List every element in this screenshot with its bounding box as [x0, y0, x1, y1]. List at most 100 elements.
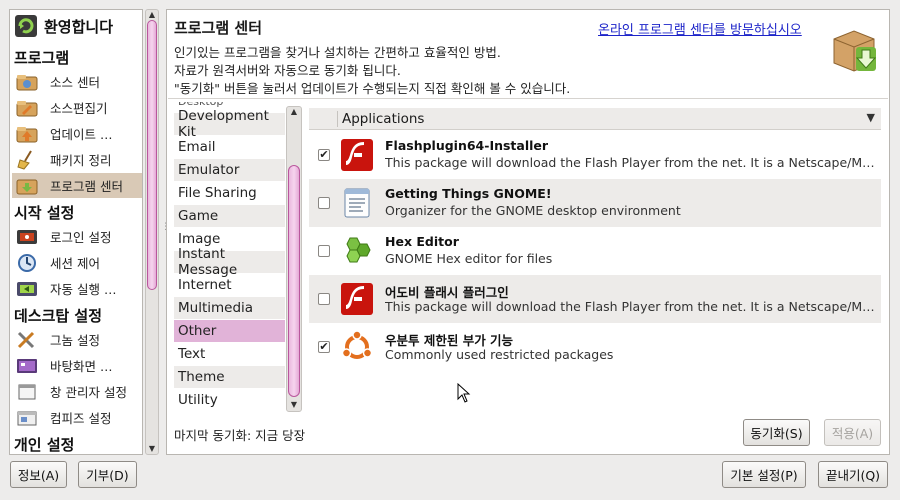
category-welcome[interactable]: 환영합니다	[44, 16, 113, 37]
category-desktop: 데스크탑 설정	[14, 307, 103, 325]
gnome-settings-icon	[16, 330, 38, 350]
sidebar-item-program-center[interactable]: 프로그램 센터	[12, 173, 142, 198]
default-settings-button[interactable]: 기본 설정(P)	[722, 461, 806, 488]
compiz-icon	[16, 408, 38, 428]
sidebar-item-compiz[interactable]: 컴피즈 설정	[12, 405, 142, 430]
category-startup: 시작 설정	[14, 204, 75, 222]
description-line: "동기화" 버튼을 눌러서 업데이트가 수행되는지 직접 확인해 볼 수 있습니…	[174, 81, 571, 96]
sidebar-item-source-editor[interactable]: 소스편집기	[12, 95, 142, 120]
package-description: GNOME Hex editor for files	[385, 251, 553, 266]
sidebar-item-label: 패키지 정리	[50, 153, 112, 168]
scroll-up-icon[interactable]: ▲	[286, 107, 302, 116]
desktop-icon	[16, 356, 38, 376]
sidebar-item-login-settings[interactable]: 로그인 설정	[12, 224, 142, 249]
package-row[interactable]: 어도비 플래시 플러그인 This package will download …	[309, 275, 881, 323]
sidebar-item-session-control[interactable]: 세션 제어	[12, 250, 142, 275]
sidebar-item-label: 소스편집기	[50, 101, 108, 116]
sidebar-item-label: 세션 제어	[50, 256, 100, 271]
package-checkbox[interactable]: ✔	[318, 149, 330, 161]
donate-button[interactable]: 기부(D)	[78, 461, 137, 488]
group-item-email[interactable]: Email	[174, 136, 285, 159]
window-manager-icon	[16, 382, 38, 402]
online-program-center-link[interactable]: 온라인 프로그램 센터를 방문하십시오	[598, 19, 802, 38]
flash-icon	[340, 282, 374, 316]
flash-icon	[340, 138, 374, 172]
category-programs: 프로그램	[14, 49, 70, 67]
quit-button[interactable]: 끝내기(Q)	[818, 461, 888, 488]
group-item-instant-message[interactable]: Instant Message	[174, 246, 285, 278]
sidebar-item-label: 업데이트 …	[50, 127, 113, 142]
update-icon	[16, 124, 38, 144]
group-item-file-sharing[interactable]: File Sharing	[174, 182, 285, 205]
group-item-multimedia[interactable]: Multimedia	[174, 297, 285, 320]
group-item-text[interactable]: Text	[174, 343, 285, 366]
sidebar-item-label: 창 관리자 설정	[50, 385, 127, 400]
group-item-development-kit[interactable]: Development Kit	[174, 108, 285, 140]
last-sync-status: 마지막 동기화: 지금 당장	[174, 428, 306, 443]
about-button[interactable]: 정보(A)	[10, 461, 67, 488]
scroll-down-icon[interactable]: ▼	[286, 400, 302, 409]
session-control-icon	[16, 253, 38, 273]
package-box-icon	[830, 27, 878, 73]
sidebar-item-autostart[interactable]: 자동 실행 …	[12, 276, 142, 301]
sort-arrow-icon[interactable]: ▼	[867, 111, 875, 124]
source-editor-icon	[16, 98, 38, 118]
group-item-game[interactable]: Game	[174, 205, 285, 228]
package-description: This package will download the Flash Pla…	[385, 299, 875, 314]
page-title: 프로그램 센터	[174, 19, 263, 37]
group-list-scrollbar-thumb[interactable]	[288, 165, 300, 397]
header-divider	[168, 98, 888, 99]
sidebar-item-label: 자동 실행 …	[50, 282, 117, 297]
program-center-icon	[16, 176, 38, 196]
sidebar-item-label: 그놈 설정	[50, 333, 100, 348]
package-description: This package will download the Flash Pla…	[385, 155, 875, 170]
group-item-theme[interactable]: Theme	[174, 366, 285, 389]
hex-editor-icon	[340, 234, 374, 268]
package-row[interactable]: Getting Things GNOME! Organizer for the …	[309, 179, 881, 227]
group-item-internet[interactable]: Internet	[174, 274, 285, 297]
package-name: Flashplugin64-Installer	[385, 138, 549, 153]
sidebar-item-window-manager[interactable]: 창 관리자 설정	[12, 379, 142, 404]
package-row[interactable]: Hex Editor GNOME Hex editor for files	[309, 227, 881, 275]
sync-button[interactable]: 동기화(S)	[743, 419, 810, 446]
sidebar-scrollbar-thumb[interactable]	[147, 20, 157, 290]
package-checkbox[interactable]	[318, 197, 330, 209]
sidebar-item-label: 소스 센터	[50, 75, 100, 90]
package-name: Hex Editor	[385, 234, 459, 249]
package-row[interactable]: ✔ Flashplugin64-Installer This package w…	[309, 131, 881, 179]
package-checkbox[interactable]	[318, 245, 330, 257]
sidebar-item-software-sources[interactable]: 소스 센터	[12, 69, 142, 94]
package-list: ✔ Flashplugin64-Installer This package w…	[309, 131, 881, 412]
package-checkbox[interactable]	[318, 293, 330, 305]
group-list: Desktop Development Kit Email Emulator F…	[174, 102, 285, 412]
sidebar-item-gnome-settings[interactable]: 그놈 설정	[12, 327, 142, 352]
sidebar: 환영합니다 프로그램 소스 센터 소스편집기 업데이트 … 패키지 정리 프로그…	[9, 9, 143, 455]
column-divider	[337, 111, 338, 127]
broom-icon	[16, 149, 38, 170]
software-sources-icon	[16, 72, 38, 92]
applications-column-header[interactable]: Applications	[342, 111, 424, 127]
mouse-pointer-icon	[457, 382, 471, 403]
group-item-utility[interactable]: Utility	[174, 389, 285, 412]
group-item-emulator[interactable]: Emulator	[174, 159, 285, 182]
package-checkbox[interactable]: ✔	[318, 341, 330, 353]
sidebar-item-label: 컴피즈 설정	[50, 411, 112, 426]
package-name: Getting Things GNOME!	[385, 186, 552, 201]
scroll-down-icon[interactable]: ▼	[145, 444, 159, 453]
group-item-other[interactable]: Other	[174, 320, 285, 343]
notepad-icon	[340, 186, 374, 220]
welcome-icon	[14, 14, 38, 38]
sidebar-item-update[interactable]: 업데이트 …	[12, 121, 142, 146]
package-description: Organizer for the GNOME desktop environm…	[385, 203, 681, 218]
scroll-up-icon[interactable]: ▲	[145, 10, 159, 19]
category-personal: 개인 설정	[14, 436, 75, 454]
ubuntu-icon	[340, 330, 374, 364]
sidebar-item-label: 바탕화면 …	[50, 359, 113, 374]
apply-button[interactable]: 적용(A)	[824, 419, 881, 446]
sidebar-item-package-cleanup[interactable]: 패키지 정리	[12, 147, 142, 172]
package-row[interactable]: ✔ 우분투 제한된 부가 기능 Commonly used restricted…	[309, 323, 881, 371]
login-settings-icon	[16, 227, 38, 247]
sidebar-item-desktop[interactable]: 바탕화면 …	[12, 353, 142, 378]
pane-resize-handle[interactable]: ⋮	[161, 223, 170, 236]
package-list-header[interactable]: Applications ▼	[309, 108, 881, 130]
